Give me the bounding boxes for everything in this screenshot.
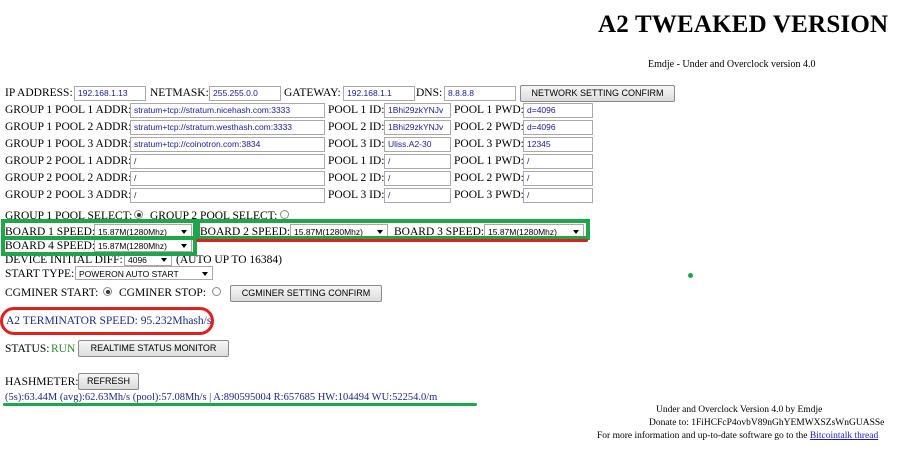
footer-line1: Under and Overclock Version 4.0 by Emdje [656, 405, 823, 415]
netmask-label: NETMASK: [150, 87, 209, 99]
pool-addr-input[interactable]: stratum+tcp://coinotron.com:3834 [130, 137, 325, 152]
netmask-input[interactable]: 255.255.0.0 [209, 86, 281, 101]
pool-addr-label: GROUP 2 POOL 2 ADDR: [5, 172, 132, 184]
footer-line3: For more information and up-to-date soft… [597, 431, 878, 441]
annotation-green-box-board4 [1, 236, 197, 256]
pool-addr-input[interactable]: / [130, 188, 325, 203]
device-initial-diff-value: 4096 [128, 255, 147, 265]
footer-line3-prefix: For more information and up-to-date soft… [597, 431, 808, 441]
pool-pwd-label: POOL 3 PWD: [454, 189, 524, 201]
cgminer-start-label: CGMINER START: [5, 287, 99, 299]
dns-label: DNS: [416, 87, 443, 99]
pool-id-label: POOL 1 ID: [328, 155, 385, 167]
pool-pwd-input[interactable]: / [523, 171, 593, 186]
ip-address-input[interactable]: 192.168.1.13 [74, 86, 146, 101]
start-type-value: POWERON AUTO START [79, 269, 179, 279]
pool-pwd-input[interactable]: / [523, 154, 593, 169]
cgminer-setting-confirm-button[interactable]: CGMINER SETTING CONFIRM [230, 285, 382, 302]
group1-pool-select-radio[interactable] [134, 210, 143, 219]
ip-label: IP ADDRESS: [5, 87, 73, 99]
chevron-down-icon [161, 258, 167, 262]
pool-addr-input[interactable]: / [130, 171, 325, 186]
pool-id-input[interactable]: / [384, 188, 451, 203]
pool-id-input[interactable]: 1Bhi29zkYNJv [384, 120, 451, 135]
start-type-label: START TYPE: [5, 268, 75, 280]
hashmeter-label: HASHMETER: [5, 376, 79, 388]
status-label: STATUS: [5, 343, 50, 355]
gateway-input[interactable]: 192.168.1.1 [343, 86, 415, 101]
gateway-label: GATEWAY: [284, 87, 341, 99]
pool-addr-input[interactable]: stratum+tcp://stratum.nicehash.com:3333 [130, 103, 325, 118]
annotation-red-underline [196, 239, 588, 242]
pool-pwd-label: POOL 1 PWD: [454, 155, 524, 167]
realtime-status-monitor-button[interactable]: REALTIME STATUS MONITOR [78, 340, 229, 357]
cgminer-start-radio[interactable] [103, 287, 112, 296]
refresh-button[interactable]: REFRESH [78, 373, 139, 390]
status-value: RUN [51, 343, 76, 355]
pool-id-label: POOL 3 ID: [328, 189, 385, 201]
cgminer-stop-label: CGMINER STOP: [119, 287, 207, 299]
pool-addr-input[interactable]: stratum+tcp://stratum.westhash.com:3333 [130, 120, 325, 135]
page-subtitle: Emdje - Under and Overclock version 4.0 [648, 59, 816, 70]
pool-id-input[interactable]: / [384, 171, 451, 186]
chevron-down-icon [202, 272, 208, 276]
pool-pwd-label: POOL 3 PWD: [454, 138, 524, 150]
group2-pool-select-radio[interactable] [280, 210, 289, 219]
pool-id-label: POOL 2 ID: [328, 121, 385, 133]
annotation-green-dot [688, 273, 693, 278]
network-setting-confirm-button[interactable]: NETWORK SETTING CONFIRM [520, 85, 675, 102]
pool-addr-label: GROUP 1 POOL 3 ADDR: [5, 138, 132, 150]
pool-pwd-label: POOL 2 PWD: [454, 121, 524, 133]
pool-id-input[interactable]: Uliss.A2-30 [384, 137, 451, 152]
pool-id-label: POOL 1 ID: [328, 104, 385, 116]
page-title: A2 TWEAKED VERSION [598, 11, 889, 38]
annotation-green-underline [3, 403, 477, 406]
pool-pwd-input[interactable]: d=4096 [523, 120, 593, 135]
pool-addr-input[interactable]: / [130, 154, 325, 169]
pool-addr-label: GROUP 1 POOL 2 ADDR: [5, 121, 132, 133]
dns-input[interactable]: 8.8.8.8 [444, 86, 516, 101]
pool-pwd-label: POOL 2 PWD: [454, 172, 524, 184]
pool-addr-label: GROUP 2 POOL 3 ADDR: [5, 189, 132, 201]
pool-pwd-input[interactable]: / [523, 188, 593, 203]
footer-line2: Donate to: 1FiHCFcP4ovbV89nGhYEMWXSZsWnG… [649, 418, 885, 428]
bitcointalk-thread-link[interactable]: Bitcointalk thread [810, 431, 878, 441]
pool-pwd-input[interactable]: 12345 [523, 137, 593, 152]
start-type-select[interactable]: POWERON AUTO START [75, 266, 213, 280]
pool-addr-label: GROUP 1 POOL 1 ADDR: [5, 104, 132, 116]
annotation-green-box-boards-right [196, 219, 590, 240]
annotation-red-oval [0, 307, 214, 335]
pool-pwd-label: POOL 1 PWD: [454, 104, 524, 116]
pool-id-label: POOL 2 ID: [328, 172, 385, 184]
cgminer-stop-radio[interactable] [212, 287, 221, 296]
pool-id-input[interactable]: / [384, 154, 451, 169]
pool-id-input[interactable]: 1Bhi29zkYNJv [384, 103, 451, 118]
pool-addr-label: GROUP 2 POOL 1 ADDR: [5, 155, 132, 167]
pool-id-label: POOL 3 ID: [328, 138, 385, 150]
pool-pwd-input[interactable]: d=4096 [523, 103, 593, 118]
